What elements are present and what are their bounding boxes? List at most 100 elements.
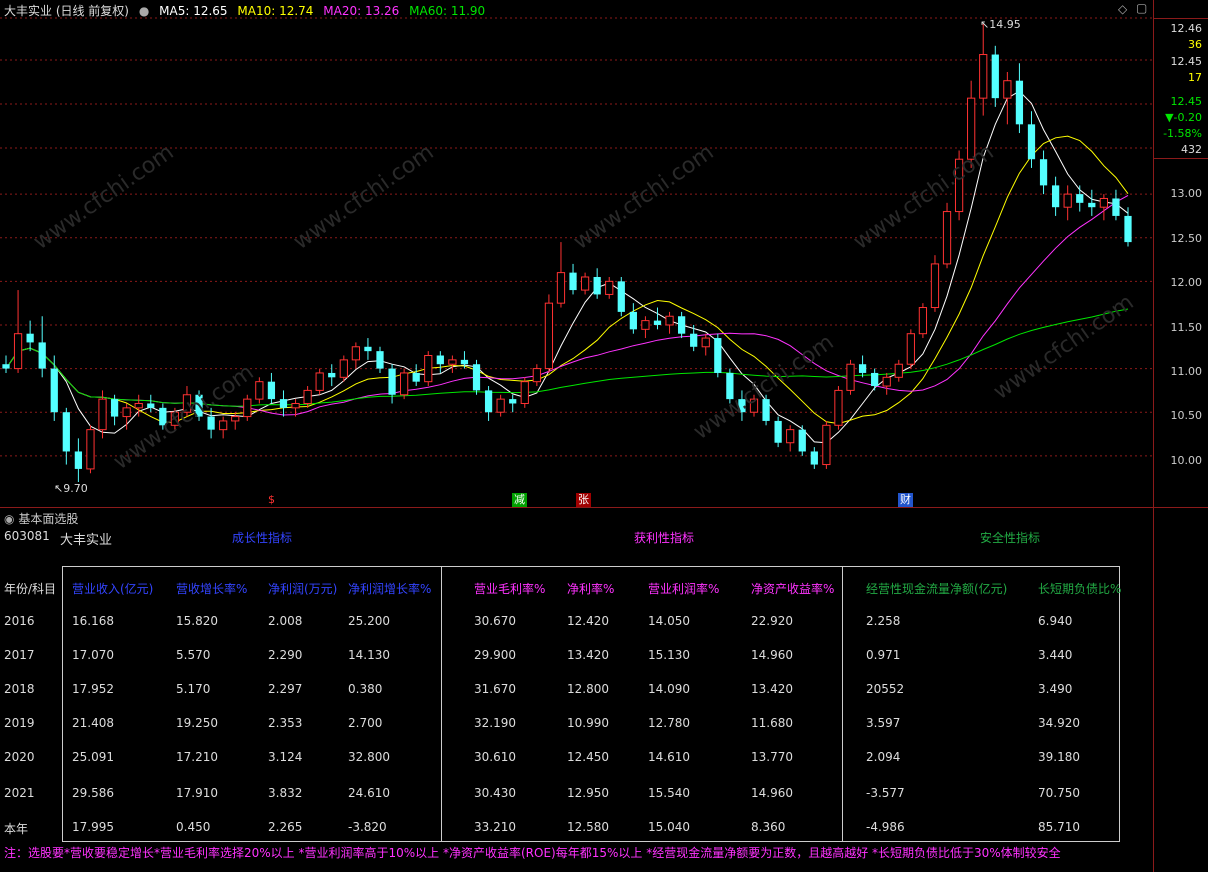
table-cell: 22.920 bbox=[751, 614, 793, 628]
candle-down bbox=[460, 359, 469, 365]
table-cell: 16.168 bbox=[72, 614, 114, 628]
table-cell: 30.610 bbox=[474, 750, 516, 764]
arrow-left-icon: ↖ bbox=[980, 18, 990, 31]
candle-down bbox=[147, 403, 155, 408]
table-cell: 15.040 bbox=[648, 820, 690, 834]
table-cell: 31.670 bbox=[474, 682, 516, 696]
table-cell: 5.570 bbox=[176, 648, 211, 662]
table-cell: 0.971 bbox=[866, 648, 901, 662]
candle-up bbox=[351, 346, 360, 361]
table-cell: 2.265 bbox=[268, 820, 303, 834]
candle-down bbox=[1015, 80, 1024, 125]
candle-up bbox=[894, 363, 903, 378]
candle-up bbox=[605, 280, 614, 295]
last-price: 12.45 bbox=[1170, 95, 1203, 108]
candle-down bbox=[2, 364, 10, 369]
table-cell: 12.580 bbox=[567, 820, 609, 834]
tick-label: 12.50 bbox=[1170, 232, 1203, 245]
candle-up bbox=[496, 398, 505, 413]
ma60-line bbox=[5, 308, 1129, 407]
bid-volume: 17 bbox=[1188, 71, 1202, 84]
candle-down bbox=[1088, 202, 1096, 208]
stock-code: 603081 bbox=[4, 529, 50, 543]
candle-down bbox=[617, 281, 625, 312]
candle-up bbox=[86, 429, 95, 470]
table-cell: 13.420 bbox=[751, 682, 793, 696]
tick-label: 11.00 bbox=[1170, 365, 1203, 378]
table-cell: 3.440 bbox=[1038, 648, 1073, 662]
table-cell: 0.450 bbox=[176, 820, 211, 834]
candle-up bbox=[544, 302, 554, 370]
candle-down bbox=[569, 272, 577, 291]
candle-up bbox=[665, 315, 674, 326]
tick-label: 12.00 bbox=[1170, 276, 1203, 289]
table-cell: -3.820 bbox=[348, 820, 387, 834]
table-cell: 14.090 bbox=[648, 682, 690, 696]
event-marker-increase[interactable]: 张 bbox=[576, 493, 591, 507]
table-cell: 3.490 bbox=[1038, 682, 1073, 696]
table-cell: 25.200 bbox=[348, 614, 390, 628]
candle-down bbox=[412, 372, 420, 382]
candle-down bbox=[677, 316, 686, 334]
table-cell: -4.986 bbox=[866, 820, 905, 834]
table-cell: 13.420 bbox=[567, 648, 609, 662]
fundamentals-panel-title[interactable]: ◉ 基本面选股 bbox=[4, 510, 78, 527]
row-year: 2018 bbox=[4, 682, 35, 696]
tick-label: 10.50 bbox=[1170, 409, 1203, 422]
candle-down bbox=[810, 451, 818, 465]
candle-up bbox=[339, 359, 348, 378]
candle-down bbox=[26, 333, 34, 343]
volume-now: 432 bbox=[1181, 143, 1202, 156]
column-header: 净资产收益率% bbox=[751, 582, 835, 596]
candle-up bbox=[882, 376, 891, 387]
table-cell: 11.680 bbox=[751, 716, 793, 730]
table-cell: 12.420 bbox=[567, 614, 609, 628]
stock-name: 大丰实业 bbox=[60, 533, 113, 548]
watermark: www.cfchi.com www.cfchi.com www.cfchi.com w… bbox=[29, 140, 1138, 475]
event-marker-dividend[interactable]: $ bbox=[266, 493, 277, 507]
table-cell: 32.800 bbox=[348, 750, 390, 764]
collapse-circle-icon[interactable]: ◉ bbox=[4, 512, 14, 526]
tick-label: 10.00 bbox=[1170, 454, 1203, 467]
candle-up bbox=[556, 272, 566, 304]
column-header: 营业毛利率% bbox=[474, 582, 546, 596]
table-cell: 85.710 bbox=[1038, 820, 1080, 834]
price-axis: 12.46 36 12.45 17 12.45 ▼-0.20 -1.58% 43… bbox=[1154, 0, 1208, 506]
table-cell: 29.586 bbox=[72, 786, 114, 800]
candle-down bbox=[74, 451, 83, 469]
candlestick-chart[interactable]: www.cfchi.com www.cfchi.com www.cfchi.com w… bbox=[0, 0, 1154, 506]
table-cell: 21.408 bbox=[72, 716, 114, 730]
event-marker-reduce[interactable]: 减 bbox=[512, 493, 527, 507]
candle-up bbox=[291, 402, 300, 409]
ma5-line bbox=[5, 90, 1129, 444]
candle-up bbox=[243, 398, 252, 418]
candle-down bbox=[110, 399, 119, 417]
candle-down bbox=[376, 351, 384, 369]
moving-average-lines bbox=[5, 90, 1129, 444]
candle-down bbox=[1124, 215, 1132, 243]
table-cell: 29.900 bbox=[474, 648, 516, 662]
table-cell: 3.832 bbox=[268, 786, 303, 800]
table-cell: 13.770 bbox=[751, 750, 793, 764]
table-cell: 12.450 bbox=[567, 750, 609, 764]
candle-up bbox=[846, 363, 855, 391]
candle-down bbox=[388, 368, 396, 395]
table-cell: 39.180 bbox=[1038, 750, 1080, 764]
price-change: ▼-0.20 bbox=[1165, 111, 1202, 124]
candle-up bbox=[231, 416, 240, 422]
event-marker-finance[interactable]: 财 bbox=[898, 493, 913, 507]
row-year: 2016 bbox=[4, 614, 35, 628]
tick-label: 11.50 bbox=[1170, 321, 1203, 334]
table-cell: 3.124 bbox=[268, 750, 303, 764]
candle-down bbox=[472, 364, 481, 391]
candle-up bbox=[834, 389, 843, 426]
column-header: 净利率% bbox=[567, 582, 615, 596]
candle-down bbox=[774, 420, 782, 443]
table-cell: 15.130 bbox=[648, 648, 690, 662]
table-cell: 14.960 bbox=[751, 648, 793, 662]
candle-down bbox=[1039, 159, 1048, 186]
tick-label: 13.00 bbox=[1170, 187, 1203, 200]
candle-up bbox=[979, 54, 988, 99]
table-cell: 25.091 bbox=[72, 750, 114, 764]
group-title-safety: 安全性指标 bbox=[980, 531, 1041, 545]
